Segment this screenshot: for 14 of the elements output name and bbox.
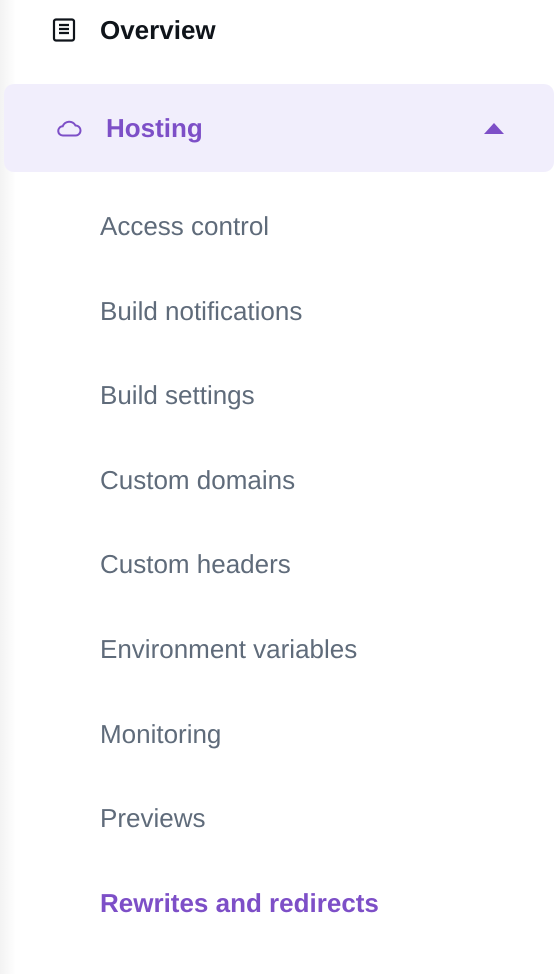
nav-subitem[interactable]: Previews bbox=[100, 801, 206, 836]
nav-subitem[interactable]: Custom headers bbox=[100, 547, 291, 582]
nav-item[interactable]: Overview bbox=[4, 0, 554, 60]
nav-subitem[interactable]: Access control bbox=[100, 209, 270, 244]
nav-subitem[interactable]: Build settings bbox=[100, 378, 255, 413]
caret-up-icon[interactable] bbox=[484, 122, 504, 134]
nav-subitem[interactable]: Environment variables bbox=[100, 632, 358, 667]
cloud-icon bbox=[56, 119, 82, 137]
document-icon bbox=[52, 18, 76, 42]
nav-subitem[interactable]: Monitoring bbox=[100, 716, 222, 752]
nav-subitem[interactable]: Build notifications bbox=[100, 294, 302, 328]
nav-subitem[interactable]: Rewrites and redirects bbox=[100, 886, 379, 920]
nav-item[interactable]: Hosting bbox=[4, 84, 554, 172]
nav-subitem[interactable]: Custom domains bbox=[100, 462, 296, 498]
